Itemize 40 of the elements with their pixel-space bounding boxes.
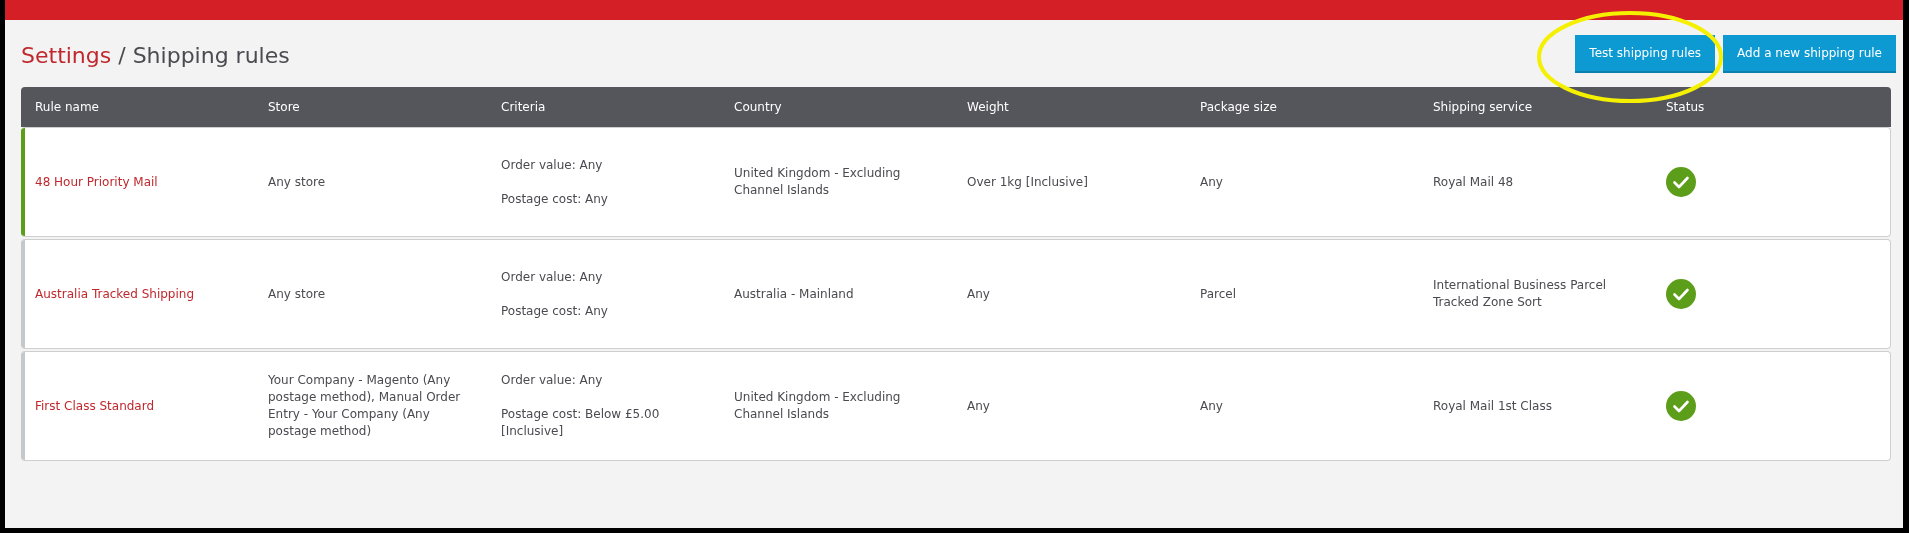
table-cell: Parcel [1200,286,1237,301]
table-cell: Royal Mail 48 [1433,174,1514,189]
action-button[interactable]: Add a new shipping rule [1723,34,1896,73]
column-header: Weight [967,100,1010,114]
table-cell: United Kingdom - Excluding Channel Islands [734,166,901,197]
rule-name-link[interactable]: First Class Standard [35,398,155,413]
criteria-text: Order value: Any [501,372,604,389]
breadcrumb-link[interactable]: Settings [21,43,112,68]
table-cell: Any store [268,174,326,189]
criteria-text: Order value: Any [501,156,604,174]
page-title: Shipping rules [132,43,290,68]
table-cell: Over 1kg [Inclusive] [967,174,1088,189]
table-cell: Your Company - Magento (Any postage method), Manual Order Entry - Your Company (Any postage method) [268,373,461,438]
column-header: Shipping service [1433,100,1534,114]
criteria-text: Postage cost: Below £5.00 [Inclusive] [501,406,661,440]
action-button[interactable]: Test shipping rules [1575,34,1716,73]
rule-name-link[interactable]: Australia Tracked Shipping [35,286,195,301]
table-cell: Any store [268,286,326,301]
table-cell: Any [967,398,990,413]
rule-name-link[interactable]: 48 Hour Priority Mail [35,174,158,189]
criteria-text: Postage cost: Any [501,190,609,208]
column-header: Status [1666,100,1706,114]
rule-row[interactable]: Australia Tracked Shipping Any store Order value: Any Postage cost: Any Australia - Mainland Any Parcel International Business Parcel Tracked Zone Sort [21,239,1891,349]
rule-row[interactable]: 48 Hour Priority Mail Any store Order value: Any Postage cost: Any United Kingdom - Excluding Channel Islands Over 1kg [Inclusive] Any Royal Mail 48 [21,127,1891,237]
column-header: Country [734,100,783,114]
table-cell: Australia - Mainland [734,286,854,301]
rule-row[interactable] [21,351,1891,461]
criteria-text: Order value: Any [501,268,604,286]
table-cell: Any [1200,174,1223,189]
table-cell: Any [967,286,990,301]
table-cell: Royal Mail 1st Class [1433,398,1552,413]
table-cell: International Business Parcel Tracked Zone Sort [1433,278,1607,309]
breadcrumb-separator: / [118,43,126,68]
table-cell: Any [1200,398,1223,413]
column-header: Rule name [35,100,100,114]
table-cell: United Kingdom - Excluding Channel Islands [734,390,901,421]
column-header: Package size [1200,100,1278,114]
criteria-text: Postage cost: Any [501,302,609,320]
column-header: Criteria [501,100,547,114]
column-header: Store [268,100,301,114]
